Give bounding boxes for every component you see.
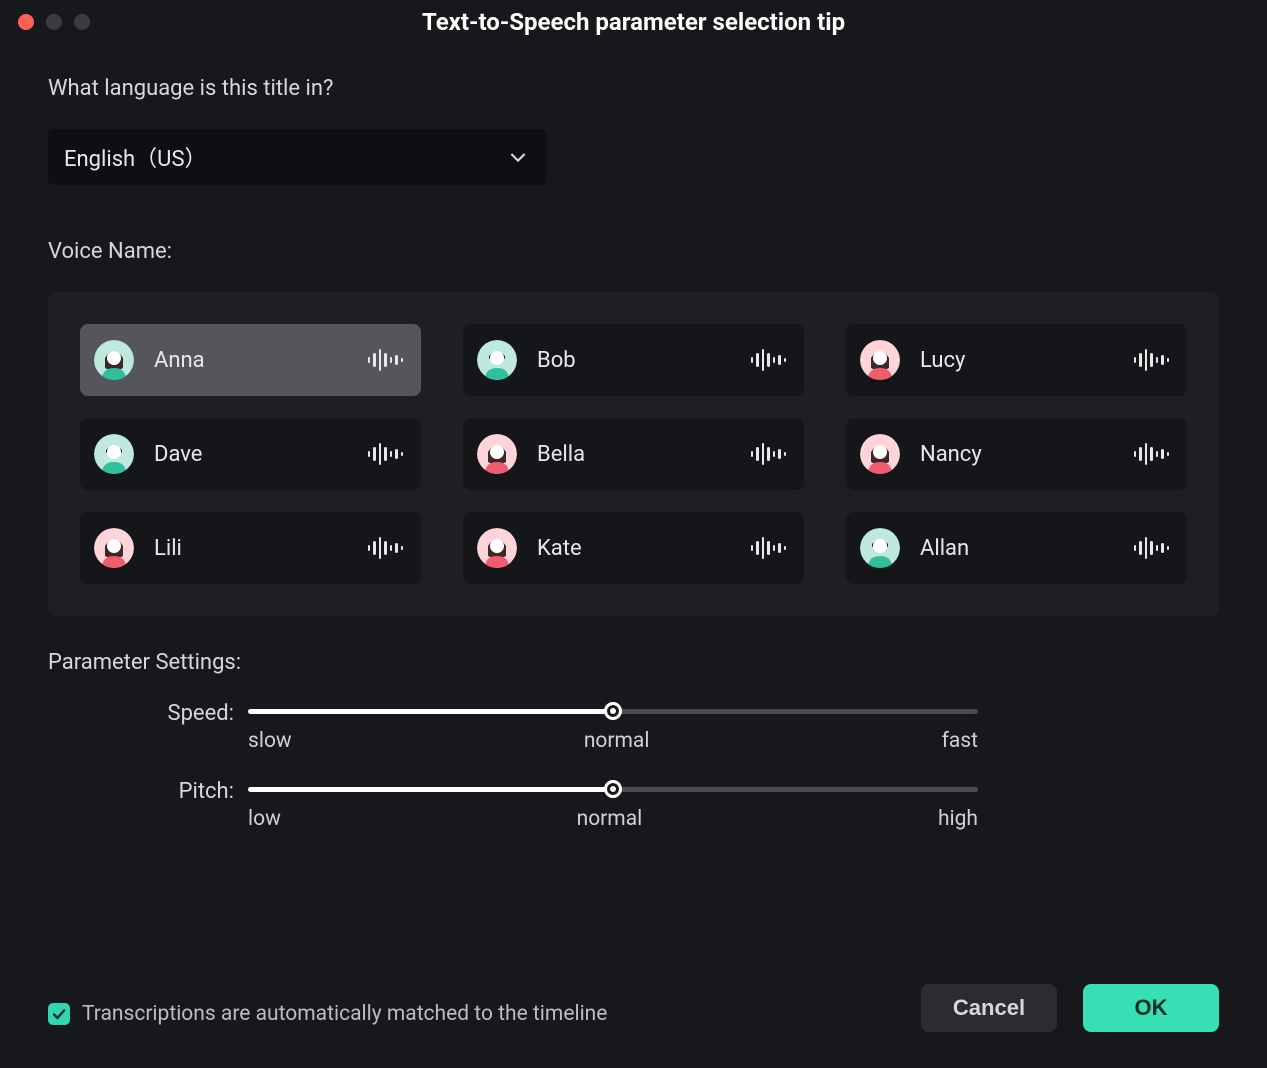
waveform-icon[interactable]	[368, 349, 404, 371]
parameters-section-label: Parameter Settings:	[48, 650, 1219, 675]
pitch-label: Pitch:	[48, 781, 248, 803]
waveform-icon[interactable]	[1134, 443, 1170, 465]
voice-card-dave[interactable]: Dave	[80, 418, 421, 490]
voice-card-bella[interactable]: Bella	[463, 418, 804, 490]
speed-slider[interactable]	[248, 703, 978, 719]
waveform-icon[interactable]	[368, 537, 404, 559]
avatar-icon	[477, 434, 517, 474]
voice-card-bob[interactable]: Bob	[463, 324, 804, 396]
check-icon	[52, 1007, 66, 1021]
voice-card-nancy[interactable]: Nancy	[846, 418, 1187, 490]
language-prompt: What language is this title in?	[48, 76, 1219, 101]
voice-name-label: Bob	[537, 348, 751, 373]
waveform-icon[interactable]	[751, 349, 787, 371]
voice-card-allan[interactable]: Allan	[846, 512, 1187, 584]
pitch-tick-low: low	[248, 807, 281, 831]
close-button[interactable]	[18, 14, 34, 30]
voice-name-label: Bella	[537, 442, 751, 467]
speed-tick-mid: normal	[584, 729, 650, 753]
waveform-icon[interactable]	[751, 537, 787, 559]
pitch-slider-thumb[interactable]	[604, 780, 622, 798]
waveform-icon[interactable]	[1134, 537, 1170, 559]
voice-card-lili[interactable]: Lili	[80, 512, 421, 584]
ok-button[interactable]: OK	[1083, 984, 1219, 1032]
voice-name-label: Anna	[154, 348, 368, 373]
voice-card-lucy[interactable]: Lucy	[846, 324, 1187, 396]
voice-name-label: Nancy	[920, 442, 1134, 467]
language-select[interactable]: English（US）	[48, 129, 546, 185]
speed-label: Speed:	[48, 703, 248, 725]
voice-name-label: Allan	[920, 536, 1134, 561]
voice-name-label: Lucy	[920, 348, 1134, 373]
avatar-icon	[477, 528, 517, 568]
avatar-icon	[860, 434, 900, 474]
speed-slider-thumb[interactable]	[604, 702, 622, 720]
avatar-icon	[860, 528, 900, 568]
voice-grid: Anna Bob Lucy Dave	[48, 292, 1219, 616]
auto-match-checkbox[interactable]	[48, 1003, 70, 1025]
pitch-slider[interactable]	[248, 781, 978, 797]
minimize-button[interactable]	[46, 14, 62, 30]
avatar-icon	[860, 340, 900, 380]
voice-name-label: Lili	[154, 536, 368, 561]
voice-card-kate[interactable]: Kate	[463, 512, 804, 584]
voice-name-label: Kate	[537, 536, 751, 561]
cancel-button[interactable]: Cancel	[921, 984, 1057, 1032]
voice-name-label: Dave	[154, 442, 368, 467]
waveform-icon[interactable]	[1134, 349, 1170, 371]
speed-tick-high: fast	[942, 729, 978, 753]
avatar-icon	[94, 340, 134, 380]
maximize-button[interactable]	[74, 14, 90, 30]
language-selected-value: English（US）	[64, 141, 207, 173]
avatar-icon	[477, 340, 517, 380]
avatar-icon	[94, 434, 134, 474]
voice-card-anna[interactable]: Anna	[80, 324, 421, 396]
auto-match-label: Transcriptions are automatically matched…	[82, 1002, 607, 1026]
waveform-icon[interactable]	[368, 443, 404, 465]
pitch-tick-high: high	[938, 807, 978, 831]
voice-section-label: Voice Name:	[48, 239, 1219, 264]
pitch-tick-mid: normal	[577, 807, 643, 831]
avatar-icon	[94, 528, 134, 568]
speed-tick-low: slow	[248, 729, 292, 753]
chevron-down-icon	[510, 149, 526, 165]
window-title: Text-to-Speech parameter selection tip	[0, 8, 1267, 36]
waveform-icon[interactable]	[751, 443, 787, 465]
